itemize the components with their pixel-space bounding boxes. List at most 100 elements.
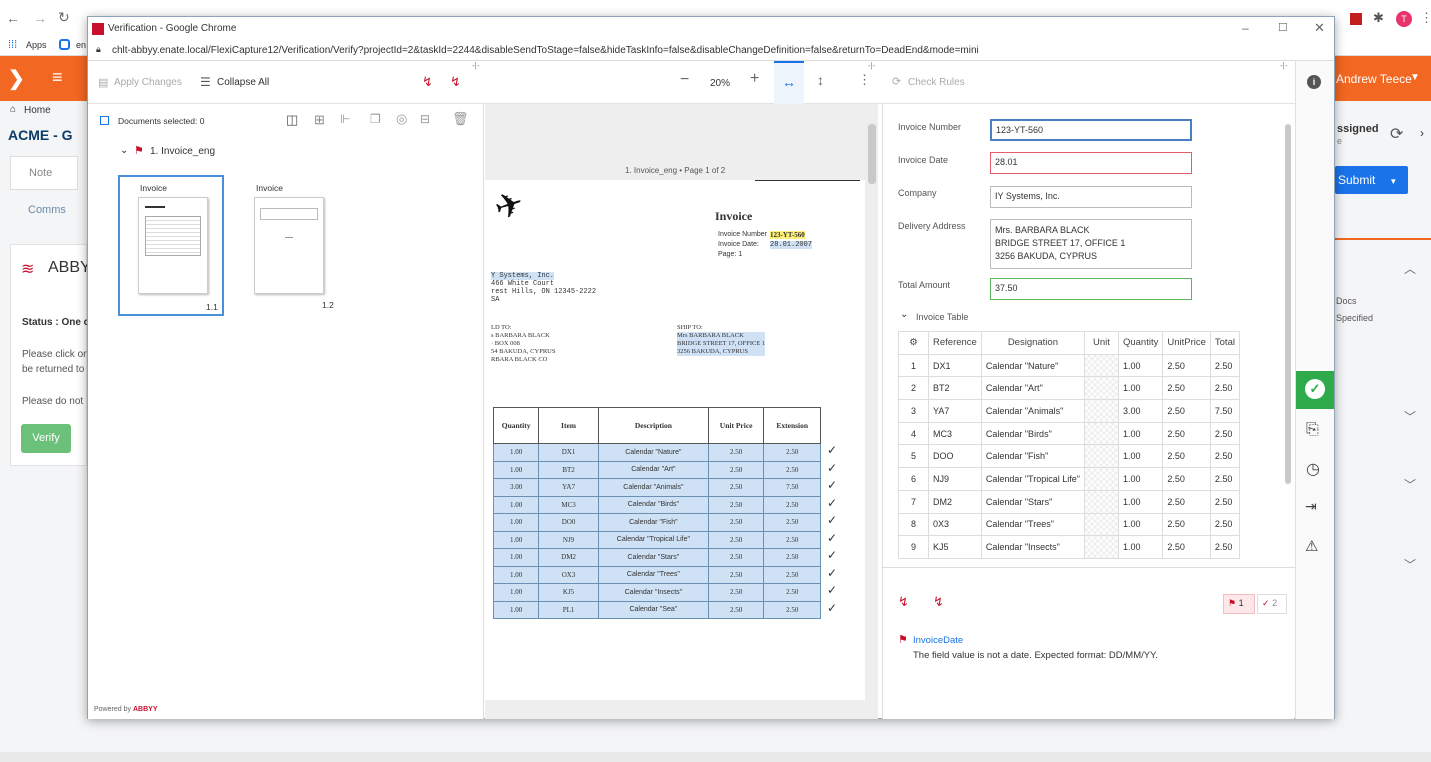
form-column-header[interactable]: Quantity xyxy=(1117,331,1164,355)
table-cell[interactable]: YA7 xyxy=(928,399,982,423)
page-thumbnail[interactable]: Invoice 1.1 xyxy=(118,175,224,316)
submit-dropdown-icon[interactable]: ▼ xyxy=(1389,177,1397,186)
apply-changes-button[interactable]: Apply Changes xyxy=(114,77,182,88)
table-cell[interactable] xyxy=(1083,467,1119,491)
table-cell[interactable]: 1.00 xyxy=(1117,535,1164,559)
url-text[interactable]: chlt-abbyy.enate.local/FlexiCapture12/Ve… xyxy=(112,45,1327,56)
table-cell[interactable] xyxy=(1083,444,1119,469)
table-cell[interactable]: Calendar "Birds" xyxy=(980,421,1085,446)
form-column-header[interactable]: Total xyxy=(1209,331,1240,355)
fit-width-button[interactable]: ↔ xyxy=(774,61,804,104)
history-icon[interactable]: ◷ xyxy=(1306,459,1320,479)
table-cell[interactable]: Calendar "Tropical Life" xyxy=(980,467,1085,491)
table-cell[interactable]: NJ9 xyxy=(928,467,982,491)
table-cell[interactable]: 2.50 xyxy=(1209,512,1240,537)
insert-page-icon[interactable]: ⊟ xyxy=(420,112,430,126)
table-row[interactable]: 9 KJ5 Calendar "Insects" 1.00 2.50 2.50 xyxy=(898,535,1240,559)
gear-icon[interactable]: ⚙ xyxy=(909,337,918,348)
table-cell[interactable] xyxy=(1083,376,1119,401)
pdf-extension-icon[interactable] xyxy=(1350,13,1362,25)
hamburger-icon[interactable]: ≡ xyxy=(52,67,63,88)
form-column-header[interactable]: Unit xyxy=(1083,331,1119,355)
app-logo-icon[interactable]: ❯ xyxy=(8,66,25,91)
form-column-header[interactable]: Designation xyxy=(980,331,1085,355)
table-cell[interactable]: 2.50 xyxy=(1162,512,1211,537)
table-cell[interactable]: 0X3 xyxy=(928,512,982,537)
address-bar[interactable]: 🔒︎ chlt-abbyy.enate.local/FlexiCapture12… xyxy=(88,41,1334,61)
table-cell[interactable] xyxy=(1083,353,1119,378)
table-cell[interactable]: 1.00 xyxy=(1117,444,1164,469)
next-error-icon[interactable]: ↯ xyxy=(933,594,944,610)
document-tree-item[interactable]: 1. Invoice_eng xyxy=(150,146,215,157)
copy-page-icon[interactable]: ❐ xyxy=(370,112,381,126)
form-scrollbar[interactable] xyxy=(1285,124,1291,574)
table-cell[interactable]: MC3 xyxy=(928,421,982,446)
chevron-down-icon[interactable]: ﹀ xyxy=(1404,408,1416,425)
table-cell[interactable]: DX1 xyxy=(928,353,982,378)
chevron-right-icon[interactable]: › xyxy=(1420,126,1424,140)
user-dropdown-icon[interactable]: ▼ xyxy=(1410,72,1420,83)
table-cell[interactable]: 2.50 xyxy=(1209,353,1240,378)
reload-icon[interactable]: ↻ xyxy=(58,9,70,26)
delivery-address-field[interactable]: Mrs. BARBARA BLACK BRIDGE STREET 17, OFF… xyxy=(990,219,1192,269)
user-name[interactable]: Andrew Teece xyxy=(1336,72,1412,86)
exit-icon[interactable]: ⇥ xyxy=(1305,498,1317,515)
table-cell[interactable]: DM2 xyxy=(928,489,982,514)
table-cell[interactable]: Calendar "Animals" xyxy=(980,399,1085,423)
report-problem-icon[interactable]: ⚠ xyxy=(1305,537,1318,555)
fit-height-icon[interactable]: ↕ xyxy=(817,72,824,88)
chevron-up-icon[interactable]: ︿ xyxy=(1404,260,1416,277)
splitter-icon[interactable]: -|- xyxy=(1280,61,1287,70)
table-cell[interactable]: 2.50 xyxy=(1209,489,1240,514)
form-column-header[interactable]: UnitPrice xyxy=(1162,331,1211,355)
minimize-icon[interactable]: – xyxy=(1242,21,1249,35)
table-cell[interactable]: 2.50 xyxy=(1209,535,1240,559)
invoice-table-toggle-icon[interactable]: ⌄ xyxy=(900,309,908,320)
recognize-icon[interactable]: ◎ xyxy=(396,111,407,127)
tab-note[interactable]: Note xyxy=(10,156,78,190)
table-cell[interactable]: 2.50 xyxy=(1162,535,1211,559)
zoom-level[interactable]: 20% xyxy=(710,78,730,89)
chevron-down-icon[interactable]: ﹀ xyxy=(1404,556,1416,573)
bookmark-apps[interactable]: Apps xyxy=(26,40,47,50)
table-cell[interactable]: 1.00 xyxy=(1117,489,1164,514)
menu-dots-icon[interactable]: ⋮ xyxy=(1420,10,1431,26)
send-to-stage-icon[interactable]: ⎘ xyxy=(1306,421,1319,439)
table-cell[interactable]: 2.50 xyxy=(1162,421,1211,446)
split-document-icon[interactable]: ◫ xyxy=(286,112,298,128)
table-row[interactable]: 2 BT2 Calendar "Art" 1.00 2.50 2.50 xyxy=(898,376,1240,401)
table-cell[interactable]: 1.00 xyxy=(1117,467,1164,491)
table-cell[interactable]: 1.00 xyxy=(1117,512,1164,537)
splitter-icon[interactable]: -|- xyxy=(868,61,875,70)
next-error-icon[interactable]: ↯ xyxy=(450,74,461,90)
total-amount-field[interactable]: 37.50 xyxy=(990,278,1192,300)
table-cell[interactable]: Calendar "Stars" xyxy=(980,489,1085,514)
table-cell[interactable]: 2.50 xyxy=(1209,376,1240,401)
table-cell[interactable]: BT2 xyxy=(928,376,982,401)
check-rules-button[interactable]: Check Rules xyxy=(908,77,965,88)
table-cell[interactable]: 7.50 xyxy=(1209,399,1240,423)
company-field[interactable]: IY Systems, Inc. xyxy=(990,186,1192,208)
page-thumbnail[interactable]: Invoice 1.2 xyxy=(236,175,342,316)
approve-button[interactable]: ✓ xyxy=(1296,371,1334,409)
table-cell[interactable]: 1.00 xyxy=(1117,376,1164,401)
table-cell[interactable]: 2.50 xyxy=(1209,444,1240,469)
tab-comms[interactable]: Comms xyxy=(28,204,66,216)
collapse-all-button[interactable]: Collapse All xyxy=(217,77,269,88)
previous-error-icon[interactable]: ↯ xyxy=(898,594,909,610)
table-row[interactable]: 4 MC3 Calendar "Birds" 1.00 2.50 2.50 xyxy=(898,421,1240,446)
table-cell[interactable]: Calendar "Art" xyxy=(980,376,1085,401)
home-icon[interactable]: ⌂ xyxy=(10,104,16,115)
forward-icon[interactable]: → xyxy=(33,10,47,26)
info-icon[interactable]: i xyxy=(1307,75,1321,89)
vertical-scrollbar[interactable] xyxy=(868,114,876,714)
table-cell[interactable]: 1.00 xyxy=(1117,353,1164,378)
invoice-number-field[interactable]: 123-YT-560 xyxy=(990,119,1192,141)
extensions-icon[interactable]: ✱ xyxy=(1373,10,1384,26)
table-cell[interactable] xyxy=(1083,535,1119,559)
invoice-date-field[interactable]: 28.01 xyxy=(990,152,1192,174)
ok-filter-button[interactable]: ✓ 2 xyxy=(1257,594,1287,614)
close-icon[interactable]: ✕ xyxy=(1314,20,1325,36)
table-cell[interactable] xyxy=(1083,421,1119,446)
bookmark-en[interactable]: en xyxy=(76,40,86,50)
